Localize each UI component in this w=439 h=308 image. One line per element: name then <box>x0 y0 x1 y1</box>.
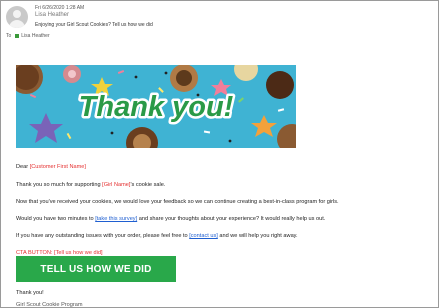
signoff: Thank you! <box>16 290 44 296</box>
email-recipients: To Lisa Heather <box>6 33 50 39</box>
thank-you-banner: Thank you! Thank you! <box>16 65 296 148</box>
email-header: Fri 6/26/2020 1:28 AM Lisa Heather Enjoy… <box>1 1 438 39</box>
tell-us-how-we-did-button[interactable]: TELL US HOW WE DID <box>16 256 176 282</box>
email-sender[interactable]: Lisa Heather <box>35 12 69 18</box>
thanks-suffix: 's cookie sale. <box>130 182 166 188</box>
thanks-prefix: Thank you so much for supporting <box>16 182 103 188</box>
avatar <box>6 6 28 28</box>
avatar-head <box>13 10 21 18</box>
feedback-line: Now that you've received your cookies, w… <box>16 199 339 205</box>
to-label: To <box>6 33 12 39</box>
thanks-line: Thank you so much for supporting [Girl N… <box>16 182 165 188</box>
email-subject: Enjoying your Girl Scout Cookies? Tell u… <box>35 22 153 28</box>
issues-prefix: If you have any outstanding issues with … <box>16 233 190 239</box>
contact-status-icon <box>15 34 20 38</box>
banner-illustration: Thank you! Thank you! <box>16 65 296 148</box>
avatar-body <box>9 20 25 28</box>
greeting: Dear [Customer First Name] <box>16 164 86 170</box>
signature: Girl Scout Cookie Program <box>16 302 83 308</box>
email-date: Fri 6/26/2020 1:28 AM <box>35 5 85 11</box>
contact-link[interactable]: [contact us] <box>189 233 218 239</box>
customer-name-placeholder: [Customer First Name] <box>29 164 86 170</box>
email-window: Fri 6/26/2020 1:28 AM Lisa Heather Enjoy… <box>0 0 439 308</box>
greeting-prefix: Dear <box>16 164 30 170</box>
recipient-name[interactable]: Lisa Heather <box>21 33 49 39</box>
survey-suffix: and share your thoughts about your exper… <box>137 216 326 222</box>
girl-name-placeholder: [Girl Name] <box>102 182 131 188</box>
banner-text: Thank you! <box>79 91 234 123</box>
survey-prefix: Would you have two minutes to <box>16 216 96 222</box>
issues-suffix: and we will help you right away. <box>217 233 298 239</box>
issues-line: If you have any outstanding issues with … <box>16 233 298 239</box>
survey-link[interactable]: [take this survey] <box>95 216 137 222</box>
survey-line: Would you have two minutes to [take this… <box>16 216 325 222</box>
